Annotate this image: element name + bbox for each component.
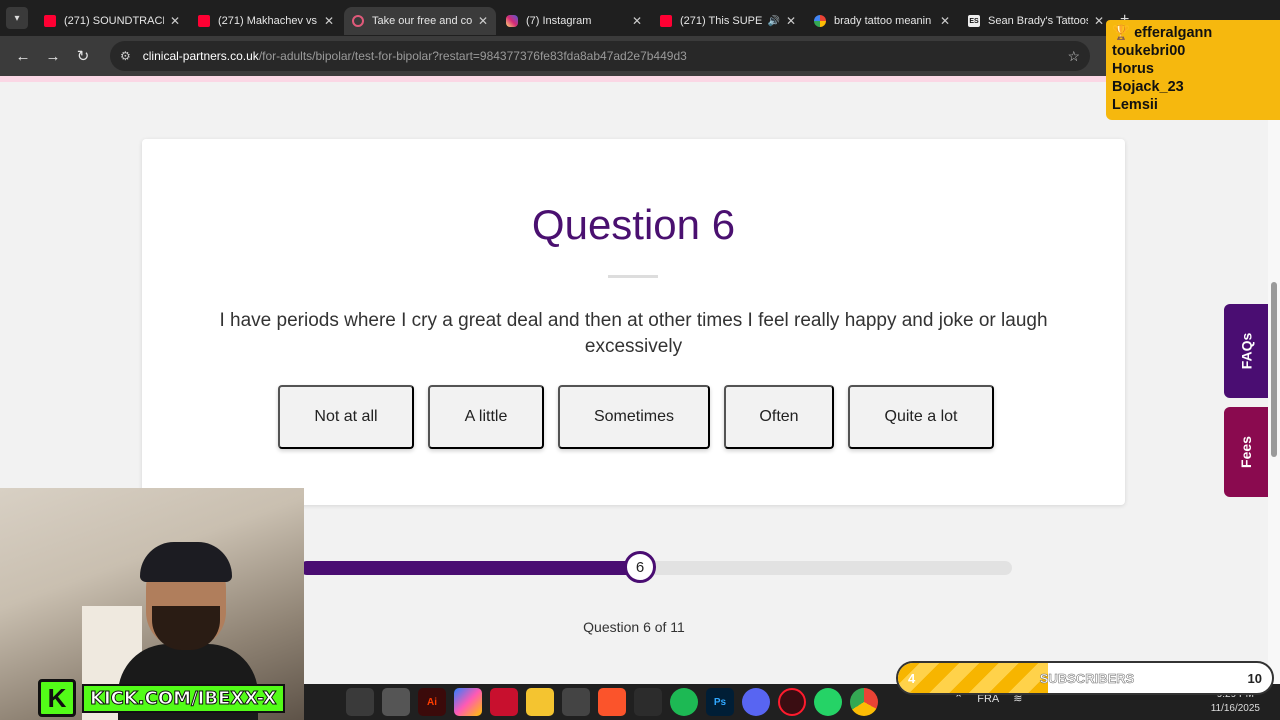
page-scrollbar[interactable]: [1268, 82, 1280, 720]
illustrator-icon[interactable]: Ai: [418, 688, 446, 716]
chrome-icon[interactable]: [850, 688, 878, 716]
instagram-icon: [506, 15, 518, 27]
site-info-icon[interactable]: ⚙: [120, 49, 131, 63]
google-icon: [814, 15, 826, 27]
browser-tab[interactable]: ES Sean Brady's Tattoos ✕: [960, 7, 1112, 35]
whatsapp-icon[interactable]: [814, 688, 842, 716]
leaderboard-name: efferalgann: [1134, 25, 1213, 41]
subscriber-goal-bar: 4 SUBSCRIBERS 10: [896, 661, 1274, 695]
mcafee-icon[interactable]: [490, 688, 518, 716]
streamer-cap: [140, 542, 232, 582]
browser-tab[interactable]: (271) This SUPER 🔊 ✕: [652, 7, 804, 35]
site-header-strip: [0, 76, 1280, 82]
leaderboard-entry: Horus: [1112, 61, 1154, 77]
tab-close-icon[interactable]: ✕: [786, 14, 796, 28]
spotify-icon[interactable]: [670, 688, 698, 716]
back-arrow-icon[interactable]: ←: [10, 48, 36, 65]
leaderboard-entry: toukebri00: [1112, 43, 1186, 59]
task-view-icon[interactable]: [382, 688, 410, 716]
question-text: I have periods where I cry a great deal …: [219, 310, 1048, 357]
tab-title: (7) Instagram: [526, 15, 592, 27]
leaderboard-entry: Lemsii: [1112, 97, 1158, 113]
file-explorer-icon[interactable]: [526, 688, 554, 716]
progress-step-indicator: 6: [624, 551, 656, 583]
answer-a-little-button[interactable]: A little: [428, 385, 544, 449]
trophy-icon: 🏆: [1112, 25, 1131, 41]
tab-title: Take our free and co: [372, 15, 472, 27]
browser-tab[interactable]: brady tattoo meanin ✕: [806, 7, 958, 35]
brave-icon[interactable]: [598, 688, 626, 716]
browser-tab-active[interactable]: Take our free and co ✕: [344, 7, 496, 35]
address-bar[interactable]: ⚙ clinical-partners.co.uk /for-adults/bi…: [110, 41, 1090, 71]
leaderboard-entry: Bojack_23: [1112, 79, 1184, 95]
fees-tab[interactable]: Fees: [1224, 407, 1268, 497]
subscriber-goal-label: SUBSCRIBERS: [1039, 671, 1135, 687]
browser-tab[interactable]: (7) Instagram ✕: [498, 7, 650, 35]
clinical-partners-icon: [352, 15, 364, 27]
browser-toolbar: ← → ↻ ⚙ clinical-partners.co.uk /for-adu…: [0, 36, 1280, 76]
widgets-icon[interactable]: [346, 688, 374, 716]
question-card: Question 6 I have periods where I cry a …: [142, 139, 1125, 505]
es-icon: ES: [968, 15, 980, 27]
browser-tab-strip: ▾ (271) SOUNDTRACK ✕ (271) Makhachev vs …: [0, 0, 1280, 36]
answer-options: Not at all A little Sometimes Often Quit…: [278, 385, 994, 449]
opera-gx-icon[interactable]: [778, 688, 806, 716]
answer-quite-a-lot-button[interactable]: Quite a lot: [848, 385, 994, 449]
kick-channel-handle: KICK.COM/IBEXX-X: [82, 683, 285, 713]
url-path: /for-adults/bipolar/test-for-bipolar?res…: [258, 49, 687, 63]
youtube-icon: [198, 15, 210, 27]
obs-icon[interactable]: [562, 688, 590, 716]
kick-logo-icon: K: [38, 679, 76, 717]
youtube-icon: [660, 15, 672, 27]
youtube-icon: [44, 15, 56, 27]
answer-often-button[interactable]: Often: [724, 385, 834, 449]
clock-date: 11/16/2025: [1210, 703, 1260, 714]
browser-tab[interactable]: (271) Makhachev vs I ✕: [190, 7, 342, 35]
kick-branding: K KICK.COM/IBEXX-X: [38, 678, 285, 718]
taskbar-apps: Ai Ps: [346, 688, 878, 716]
progress-track: [300, 561, 1012, 575]
browser-tab[interactable]: (271) SOUNDTRACK ✕: [36, 7, 188, 35]
tab-title: (271) This SUPER: [680, 15, 764, 27]
tab-title: Sean Brady's Tattoos: [988, 15, 1088, 27]
tab-title: brady tattoo meanin: [834, 15, 932, 27]
tab-close-icon[interactable]: ✕: [1094, 14, 1104, 28]
tab-title: (271) Makhachev vs I: [218, 15, 318, 27]
forward-arrow-icon[interactable]: →: [40, 48, 66, 65]
copilot-icon[interactable]: [454, 688, 482, 716]
leaderboard-entry: 🏆 efferalgann: [1112, 24, 1274, 42]
tab-close-icon[interactable]: ✕: [940, 14, 950, 28]
scrollbar-thumb[interactable]: [1271, 282, 1277, 457]
leaderboard-overlay: 🏆 efferalgann toukebri00 Horus Bojack_23…: [1106, 20, 1280, 120]
faqs-label: FAQs: [1237, 332, 1254, 370]
title-divider: [608, 275, 658, 278]
question-title: Question 6: [531, 201, 736, 248]
subscriber-goal-target: 10: [1247, 671, 1262, 686]
url-host: clinical-partners.co.uk: [142, 49, 259, 63]
photoshop-icon[interactable]: Ps: [706, 688, 734, 716]
progress-fill: [300, 561, 628, 575]
tab-title: (271) SOUNDTRACK: [64, 15, 164, 27]
tab-close-icon[interactable]: ✕: [632, 14, 642, 28]
speaker-icon[interactable]: 🔊: [767, 16, 779, 27]
tab-close-icon[interactable]: ✕: [478, 14, 488, 28]
fees-label: Fees: [1237, 436, 1254, 468]
reload-icon[interactable]: ↻: [70, 47, 96, 65]
tab-close-icon[interactable]: ✕: [324, 14, 334, 28]
figma-icon[interactable]: [634, 688, 662, 716]
tab-close-icon[interactable]: ✕: [170, 14, 180, 28]
discord-icon[interactable]: [742, 688, 770, 716]
bookmark-star-icon[interactable]: ☆: [1067, 48, 1080, 65]
faqs-tab[interactable]: FAQs: [1224, 304, 1268, 398]
tab-search-chevron-icon[interactable]: ▾: [6, 7, 28, 29]
answer-sometimes-button[interactable]: Sometimes: [558, 385, 710, 449]
answer-not-at-all-button[interactable]: Not at all: [278, 385, 414, 449]
